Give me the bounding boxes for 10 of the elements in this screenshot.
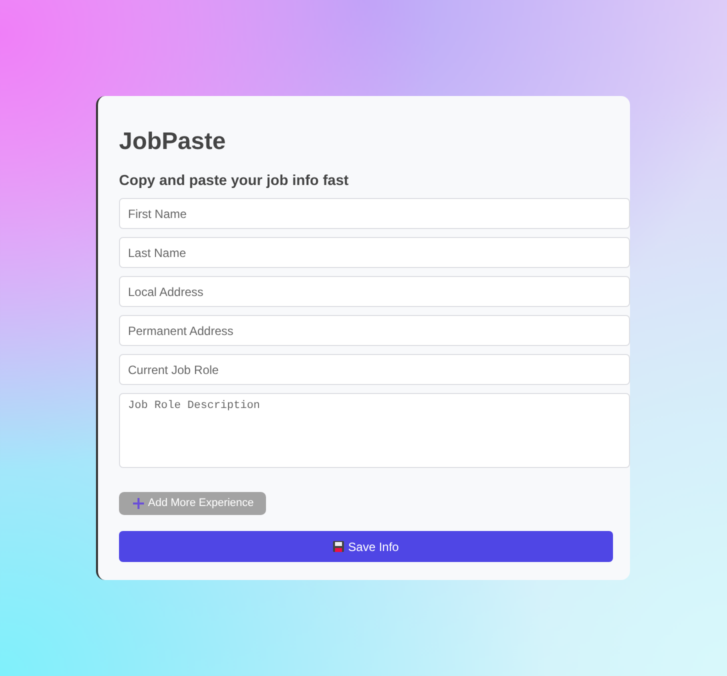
input-field[interactable]: Current Job Role [119, 354, 630, 386]
description-field[interactable]: Job Role Description [119, 393, 630, 468]
input-field[interactable]: Local Address [119, 276, 630, 308]
input-field[interactable]: Permanent Address [119, 315, 630, 346]
app-title: JobPaste [119, 127, 227, 157]
save-button[interactable]: Save Info [119, 531, 613, 562]
input-field[interactable]: First Name [119, 198, 630, 230]
plus-icon [133, 498, 144, 510]
input-field[interactable]: Last Name [119, 237, 630, 268]
subtitle: Copy and paste your job info fast [119, 173, 350, 190]
